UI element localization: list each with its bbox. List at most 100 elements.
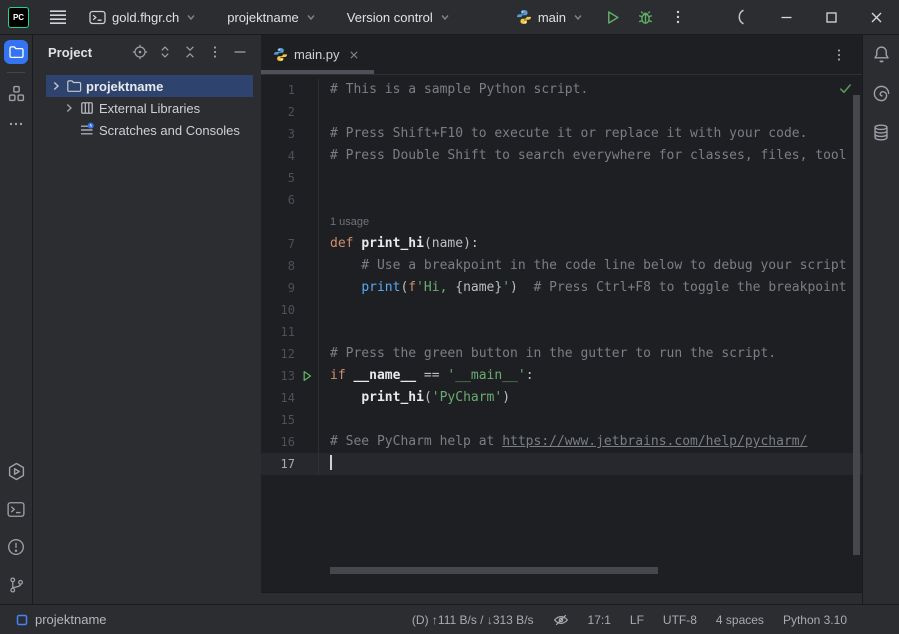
gutter <box>295 123 319 145</box>
debug-button[interactable] <box>629 4 662 31</box>
highlighting-level-widget[interactable] <box>553 610 569 630</box>
folder-icon <box>8 44 24 60</box>
chevron-right-icon[interactable] <box>63 102 79 114</box>
code-line-8[interactable]: 8 # Use a breakpoint in the code line be… <box>261 255 862 277</box>
code-line-10[interactable]: 10 <box>261 299 862 321</box>
ai-assistant-button[interactable] <box>872 84 891 103</box>
git-toolwindow-button[interactable] <box>8 576 25 594</box>
notifications-button[interactable] <box>872 45 891 64</box>
database-button[interactable] <box>872 123 890 142</box>
run-play-icon <box>604 9 621 26</box>
hide-panel-button[interactable] <box>229 41 251 63</box>
tree-item-external-libraries[interactable]: External Libraries <box>46 97 253 119</box>
project-toolwindow-button[interactable] <box>4 40 28 64</box>
editor-tabbar: main.py <box>261 35 862 75</box>
problems-toolwindow-button[interactable] <box>7 538 25 556</box>
code-editor[interactable]: 1# This is a sample Python script.23# Pr… <box>261 75 862 592</box>
interpreter-label: Python 3.10 <box>783 613 847 627</box>
maximize-button[interactable] <box>815 5 848 30</box>
code-line-4[interactable]: 4# Press Double Shift to search everywhe… <box>261 145 862 167</box>
vcs-widget[interactable]: Version control <box>339 5 459 30</box>
indent-widget[interactable]: 4 spaces <box>716 611 764 629</box>
minimize-icon <box>779 10 794 25</box>
tab-close-button[interactable] <box>346 47 362 63</box>
editor-horizontal-scrollbar[interactable] <box>330 567 658 574</box>
close-icon <box>869 10 884 25</box>
main-menu-button[interactable] <box>41 4 75 30</box>
code-line-9[interactable]: 9 print(f'Hi, {name}') # Press Ctrl+F8 t… <box>261 277 862 299</box>
pycharm-window: PC gold.fhgr.ch projektname Version cont… <box>0 0 899 634</box>
network-speed-widget[interactable]: (D) ↑111 B/s / ↓313 B/s <box>412 611 534 629</box>
run-configuration-selector[interactable]: main <box>508 4 592 30</box>
pycharm-logo-text: PC <box>13 13 24 22</box>
code-line-6[interactable]: 6 <box>261 189 862 211</box>
crescent-icon <box>733 8 749 26</box>
code-line-7[interactable]: 7def print_hi(name): <box>261 233 862 255</box>
encoding-label: UTF-8 <box>663 613 697 627</box>
encoding-widget[interactable]: UTF-8 <box>663 611 697 629</box>
blue-square-icon <box>16 614 28 626</box>
line-number: 4 <box>261 145 295 167</box>
target-icon <box>132 44 148 60</box>
close-window-button[interactable] <box>860 5 893 30</box>
library-icon <box>79 100 99 116</box>
run-button[interactable] <box>596 4 629 31</box>
collapse-all-button[interactable] <box>179 41 201 63</box>
right-toolwindow-strip <box>862 35 899 604</box>
code-line-16[interactable]: 16# See PyCharm help at https://www.jetb… <box>261 431 862 453</box>
usage-hint-row[interactable]: 1 usage <box>261 211 862 233</box>
code-line-12[interactable]: 12# Press the green button in the gutter… <box>261 343 862 365</box>
chevron-right-icon[interactable] <box>50 80 66 92</box>
tabbar-scrollbar-thumb[interactable] <box>261 70 374 74</box>
code-line-13[interactable]: 13if __name__ == '__main__': <box>261 365 862 387</box>
project-selector[interactable]: projektname <box>219 5 325 30</box>
caret-position-widget[interactable]: 17:1 <box>588 611 611 629</box>
code-line-11[interactable]: 11 <box>261 321 862 343</box>
project-panel-title: Project <box>48 45 92 60</box>
gutter <box>295 431 319 453</box>
minimize-button[interactable] <box>770 5 803 30</box>
gutter <box>295 365 319 387</box>
chevron-down-icon <box>439 11 451 23</box>
structure-toolwindow-button[interactable] <box>8 85 25 102</box>
code-line-17[interactable]: 17 <box>261 453 862 475</box>
host-selector[interactable]: gold.fhgr.ch <box>81 5 205 30</box>
code-line-14[interactable]: 14 print_hi('PyCharm') <box>261 387 862 409</box>
code-line-15[interactable]: 15 <box>261 409 862 431</box>
kebab-menu-icon <box>207 44 223 60</box>
line-number: 2 <box>261 101 295 123</box>
line-number: 12 <box>261 343 295 365</box>
titlebar-more-button[interactable] <box>662 4 694 30</box>
inspection-status-widget[interactable] <box>838 81 853 101</box>
tree-item-projektname[interactable]: projektname <box>46 75 253 97</box>
project-tree: projektname External Libraries <box>33 69 261 141</box>
interpreter-widget[interactable]: Python 3.10 <box>783 611 847 629</box>
usage-hint[interactable]: 1 usage <box>330 216 369 228</box>
code-line-5[interactable]: 5 <box>261 167 862 189</box>
tree-item-scratches[interactable]: Scratches and Consoles <box>46 119 253 141</box>
run-toolwindow-button[interactable] <box>7 462 26 481</box>
more-toolwindows-button[interactable] <box>8 116 24 132</box>
run-line-icon[interactable] <box>300 369 314 383</box>
host-label: gold.fhgr.ch <box>112 10 179 25</box>
statusbar: projektname (D) ↑111 B/s / ↓313 B/s 17:1… <box>0 604 899 634</box>
code-line-3[interactable]: 3# Press Shift+F10 to execute it or repl… <box>261 123 862 145</box>
statusbar-project-widget[interactable]: projektname <box>10 609 113 630</box>
line-number: 5 <box>261 167 295 189</box>
line-separator-widget[interactable]: LF <box>630 611 644 629</box>
close-icon <box>348 49 360 61</box>
gutter <box>295 79 319 101</box>
folder-icon <box>66 78 86 94</box>
terminal-toolwindow-button[interactable] <box>7 501 25 518</box>
code-line-1[interactable]: 1# This is a sample Python script. <box>261 79 862 101</box>
expand-all-button[interactable] <box>154 41 176 63</box>
tab-main-py[interactable]: main.py <box>261 35 371 74</box>
code-line-2[interactable]: 2 <box>261 101 862 123</box>
locate-file-button[interactable] <box>129 41 151 63</box>
tab-options-button[interactable] <box>828 44 850 66</box>
gutter <box>295 145 319 167</box>
project-panel: Project <box>33 35 261 604</box>
moon-mode-button[interactable] <box>724 3 758 31</box>
editor-vertical-scrollbar[interactable] <box>853 95 860 555</box>
panel-options-button[interactable] <box>204 41 226 63</box>
